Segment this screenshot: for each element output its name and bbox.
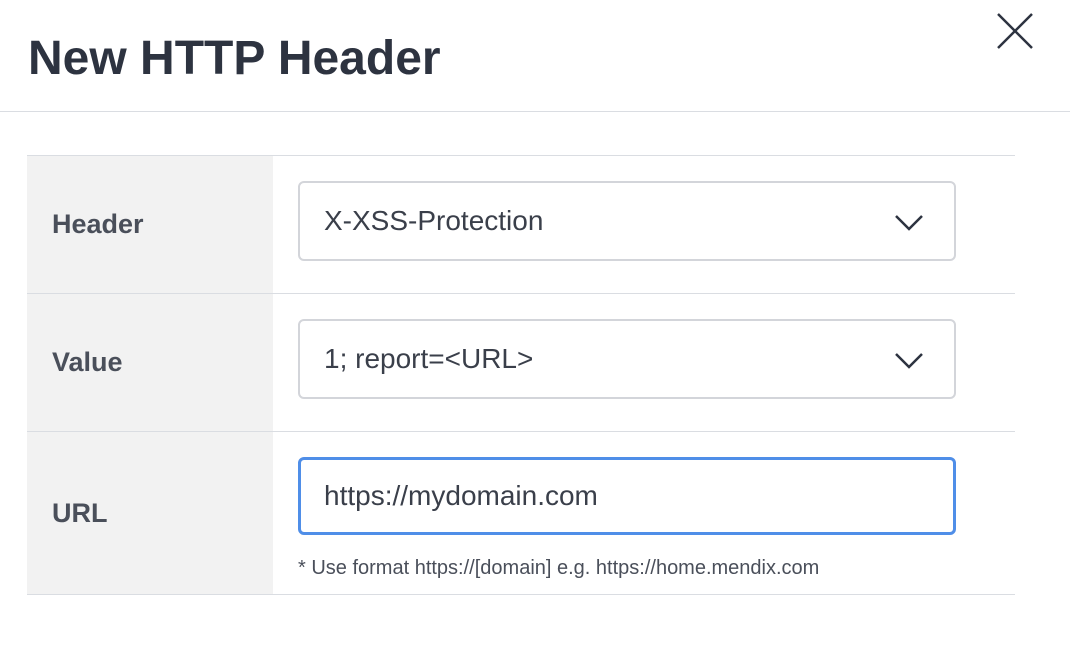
- value-label: Value: [27, 294, 273, 431]
- form-row-header: Header X-XSS-Protection: [27, 156, 1015, 294]
- dialog-title: New HTTP Header: [28, 32, 441, 85]
- url-label: URL: [27, 432, 273, 594]
- header-selected-value: X-XSS-Protection: [324, 205, 544, 236]
- header-field: X-XSS-Protection: [273, 156, 1015, 293]
- header-label: Header: [27, 156, 273, 293]
- value-select[interactable]: 1; report=<URL>: [298, 319, 956, 399]
- header-select[interactable]: X-XSS-Protection: [298, 181, 956, 261]
- value-selected-value: 1; report=<URL>: [324, 343, 534, 374]
- value-field: 1; report=<URL>: [273, 294, 1015, 431]
- url-format-hint: * Use format https://[domain] e.g. https…: [298, 557, 820, 579]
- chevron-down-icon: [894, 211, 924, 233]
- url-field: * Use format https://[domain] e.g. https…: [273, 432, 1015, 594]
- form-row-url: URL * Use format https://[domain] e.g. h…: [27, 432, 1015, 595]
- form-row-value: Value 1; report=<URL>: [27, 294, 1015, 432]
- chevron-down-icon: [894, 349, 924, 371]
- close-icon: [997, 13, 1033, 49]
- close-button[interactable]: [994, 10, 1036, 52]
- url-input[interactable]: [298, 457, 956, 535]
- dialog-header: New HTTP Header: [0, 0, 1070, 112]
- header-form: Header X-XSS-Protection Value 1; report=…: [27, 155, 1015, 595]
